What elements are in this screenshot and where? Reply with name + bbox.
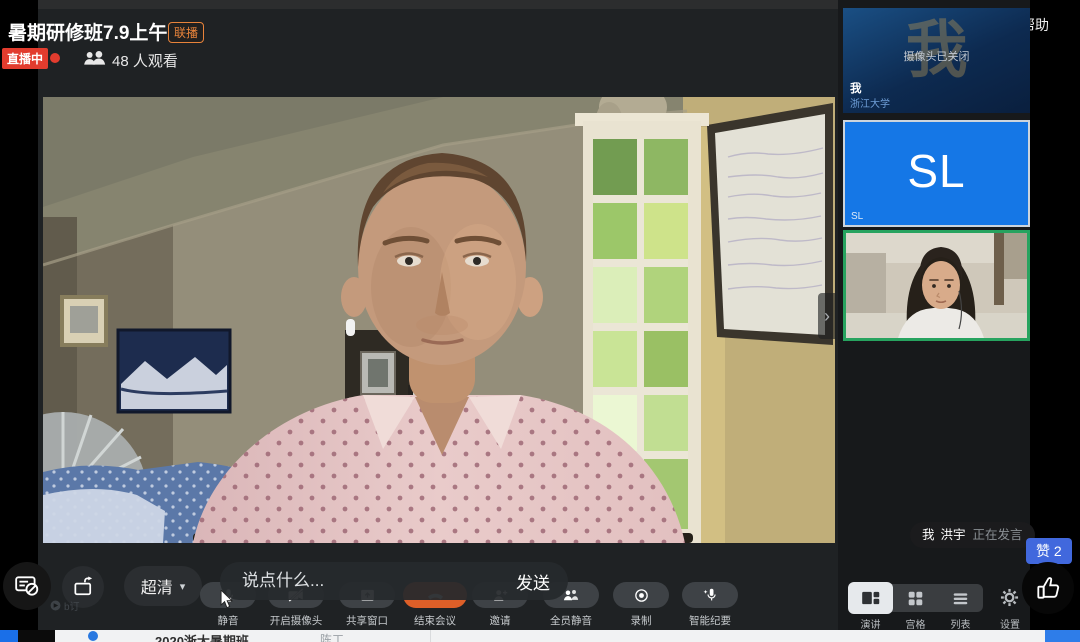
background-window-participant: 陈工 xyxy=(320,631,344,642)
participant-initials: SL xyxy=(845,144,1028,198)
chevron-right-icon: › xyxy=(824,306,830,327)
smart-notes-button[interactable]: 智能纪要 xyxy=(682,582,738,628)
like-count-badge[interactable]: 赞 2 xyxy=(1026,538,1072,564)
taskbar-blue-right xyxy=(1045,630,1080,642)
view-switcher-labels: 演讲 宫格 列表 xyxy=(848,616,983,631)
participant-org: 浙江大学 xyxy=(850,95,890,110)
live-badge: 直播中 xyxy=(2,48,48,69)
taskbar-dark xyxy=(18,630,55,642)
window-app-icon xyxy=(88,631,98,641)
speaking-prefix: 我 xyxy=(922,528,935,542)
view-list-button[interactable] xyxy=(938,584,983,612)
participant-tile-speaking[interactable] xyxy=(843,230,1030,341)
list-view-icon xyxy=(952,590,969,607)
like-button[interactable] xyxy=(1022,562,1074,614)
smart-notes-icon xyxy=(702,587,719,604)
view-switcher xyxy=(848,584,983,612)
thumbs-up-icon xyxy=(1034,575,1062,601)
left-black-strip xyxy=(0,0,38,630)
stream-title: 暑期研修班7.9上午 xyxy=(8,18,167,45)
sidebar-collapse-handle[interactable]: › xyxy=(818,293,836,339)
speaker-view-icon xyxy=(860,589,881,607)
background-window-title: 2020浙大暑期班 xyxy=(155,631,249,642)
gear-icon xyxy=(1000,588,1019,607)
settings-button[interactable] xyxy=(1000,588,1019,612)
participant-name: SL xyxy=(851,211,863,222)
participant-tile-sl[interactable]: SL SL xyxy=(843,120,1030,227)
chevron-down-icon: ▾ xyxy=(180,580,186,593)
right-black-strip xyxy=(1030,0,1080,630)
send-button[interactable]: 发送 xyxy=(506,569,568,594)
participant-name: 我 xyxy=(850,80,862,96)
live-dot xyxy=(50,53,60,63)
background-window[interactable]: 2020浙大暑期班 陈工 xyxy=(55,630,1045,642)
record-icon xyxy=(633,587,650,604)
record-button[interactable]: 录制 xyxy=(613,582,669,628)
speaker-video-scene xyxy=(43,97,835,543)
settings-label: 设置 xyxy=(990,616,1030,631)
viewer-count: 48 人观看 xyxy=(112,50,178,71)
watermark-logo-icon xyxy=(50,600,61,611)
grid-view-icon xyxy=(907,590,924,607)
danmaku-off-icon xyxy=(14,573,40,599)
taskbar-blue-left xyxy=(0,630,18,642)
quality-selector[interactable]: 超清 ▾ xyxy=(124,566,202,606)
main-video[interactable] xyxy=(43,97,835,543)
speaking-indicator: 我洪宇正在发言 xyxy=(910,522,1035,548)
chat-input-pill: 发送 xyxy=(220,562,568,600)
stream-watermark: b订 xyxy=(50,598,80,613)
camera-off-status: 摄像头已关闭 xyxy=(843,48,1030,64)
participant-video xyxy=(846,233,1027,338)
participant-tile-me[interactable]: 我 摄像头已关闭 我 浙江大学 xyxy=(843,8,1030,113)
meeting-app-window: 暑期研修班7.9上午 联播 直播中 48 人观看 帮助 xyxy=(0,0,1080,642)
chat-input[interactable] xyxy=(220,571,506,591)
speaker-name: 洪宇 xyxy=(941,528,966,542)
view-speaker-button[interactable] xyxy=(848,582,893,614)
quality-label: 超清 xyxy=(141,574,173,598)
relay-badge: 联播 xyxy=(168,22,204,43)
speaking-status: 正在发言 xyxy=(973,528,1023,542)
view-grid-button[interactable] xyxy=(893,584,938,612)
window-divider xyxy=(430,630,431,642)
mouse-cursor xyxy=(219,590,234,609)
danmaku-toggle-button[interactable] xyxy=(3,562,51,610)
background-window-strip: 2020浙大暑期班 陈工 xyxy=(0,630,1080,642)
viewers-icon xyxy=(82,49,106,71)
flip-screen-icon xyxy=(72,576,95,599)
